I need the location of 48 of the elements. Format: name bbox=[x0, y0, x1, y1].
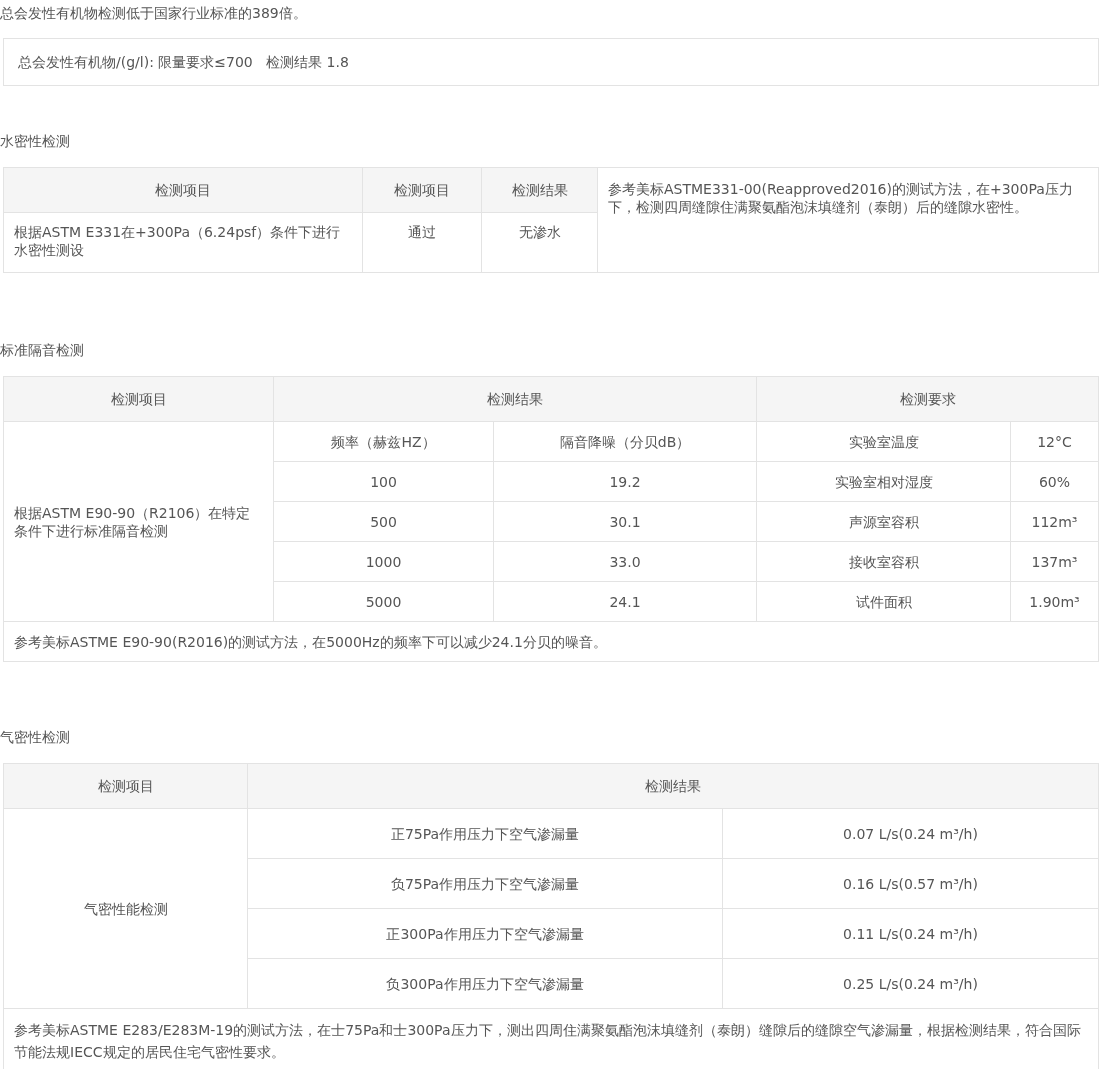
table-cell: 正75Pa作用压力下空气渗漏量 bbox=[247, 808, 723, 859]
table-cell: 137m³ bbox=[1010, 541, 1099, 582]
table-cell: 实验室温度 bbox=[756, 421, 1011, 462]
table-cell: 1000 bbox=[273, 541, 494, 582]
table-cell: 1.90m³ bbox=[1010, 581, 1099, 622]
table-cell: 5000 bbox=[273, 581, 494, 622]
table-cell: 试件面积 bbox=[756, 581, 1011, 622]
table-cell: 接收室容积 bbox=[756, 541, 1011, 582]
header-cell: 检测结果 bbox=[247, 763, 1099, 809]
header-cell: 检测项目 bbox=[3, 376, 274, 422]
table-cell: 根据ASTM E331在+300Pa（6.24psf）条件下进行水密性测设 bbox=[3, 212, 363, 273]
header-cell: 检测结果 bbox=[481, 167, 598, 213]
table-cell: 60% bbox=[1010, 461, 1099, 502]
table-cell: 0.11 L/s(0.24 m³/h) bbox=[722, 908, 1099, 959]
header-cell: 检测项目 bbox=[3, 763, 248, 809]
table-cell: 0.07 L/s(0.24 m³/h) bbox=[722, 808, 1099, 859]
table-cell: 气密性能检测 bbox=[3, 808, 248, 1009]
header-cell: 检测项目 bbox=[3, 167, 363, 213]
header-cell: 检测要求 bbox=[756, 376, 1099, 422]
header-cell: 检测结果 bbox=[273, 376, 757, 422]
table-cell: 参考美标ASTME E90-90(R2016)的测试方法，在5000Hz的频率下可以减少24.1分贝的噪音。 bbox=[3, 621, 1099, 662]
result-box: 总会发性有机物/(g/l): 限量要求≤700 检测结果 1.8 bbox=[3, 38, 1099, 86]
table-cell: 0.25 L/s(0.24 m³/h) bbox=[722, 958, 1099, 1009]
table-cell: 隔音降噪（分贝dB） bbox=[493, 421, 757, 462]
header-cell: 检测项目 bbox=[362, 167, 482, 213]
table-cell: 声源室容积 bbox=[756, 501, 1011, 542]
table-cell: 参考美标ASTME E283/E283M-19的测试方法，在士75Pa和士300Pa压力下，测出四周住满聚氨酯泡沫填缝剂（泰朗）缝隙后的缝隙空气渗漏量，根据检测结果，符合国际节能法规IECC规定的居民住宅气密性要求。 bbox=[3, 1008, 1099, 1069]
table-cell: 500 bbox=[273, 501, 494, 542]
table-cell: 实验室相对湿度 bbox=[756, 461, 1011, 502]
table-cell: 112m³ bbox=[1010, 501, 1099, 542]
table-cell: 频率（赫兹HZ） bbox=[273, 421, 494, 462]
section-title: 气密性检测 bbox=[0, 728, 71, 747]
table-cell: 100 bbox=[273, 461, 494, 502]
intro-text: 总会发性有机物检测低于国家行业标准的389倍。 bbox=[0, 4, 308, 23]
table-cell: 负300Pa作用压力下空气渗漏量 bbox=[247, 958, 723, 1009]
table-cell: 24.1 bbox=[493, 581, 757, 622]
table-cell: 30.1 bbox=[493, 501, 757, 542]
table-cell: 0.16 L/s(0.57 m³/h) bbox=[722, 858, 1099, 909]
table-cell: 根据ASTM E90-90（R2106）在特定条件下进行标准隔音检测 bbox=[3, 421, 274, 622]
table-cell: 正300Pa作用压力下空气渗漏量 bbox=[247, 908, 723, 959]
section-title: 标准隔音检测 bbox=[0, 341, 85, 360]
table-cell: 12°C bbox=[1010, 421, 1099, 462]
table-cell: 通过 bbox=[362, 212, 482, 273]
table-cell: 参考美标ASTME331-00(Reapproved2016)的测试方法，在+300Pa压力下，检测四周缝隙住满聚氨酯泡沫填缝剂（泰朗）后的缝隙水密性。 bbox=[597, 167, 1099, 273]
section-title: 水密性检测 bbox=[0, 132, 71, 151]
table-cell: 负75Pa作用压力下空气渗漏量 bbox=[247, 858, 723, 909]
table-cell: 19.2 bbox=[493, 461, 757, 502]
table-cell: 33.0 bbox=[493, 541, 757, 582]
